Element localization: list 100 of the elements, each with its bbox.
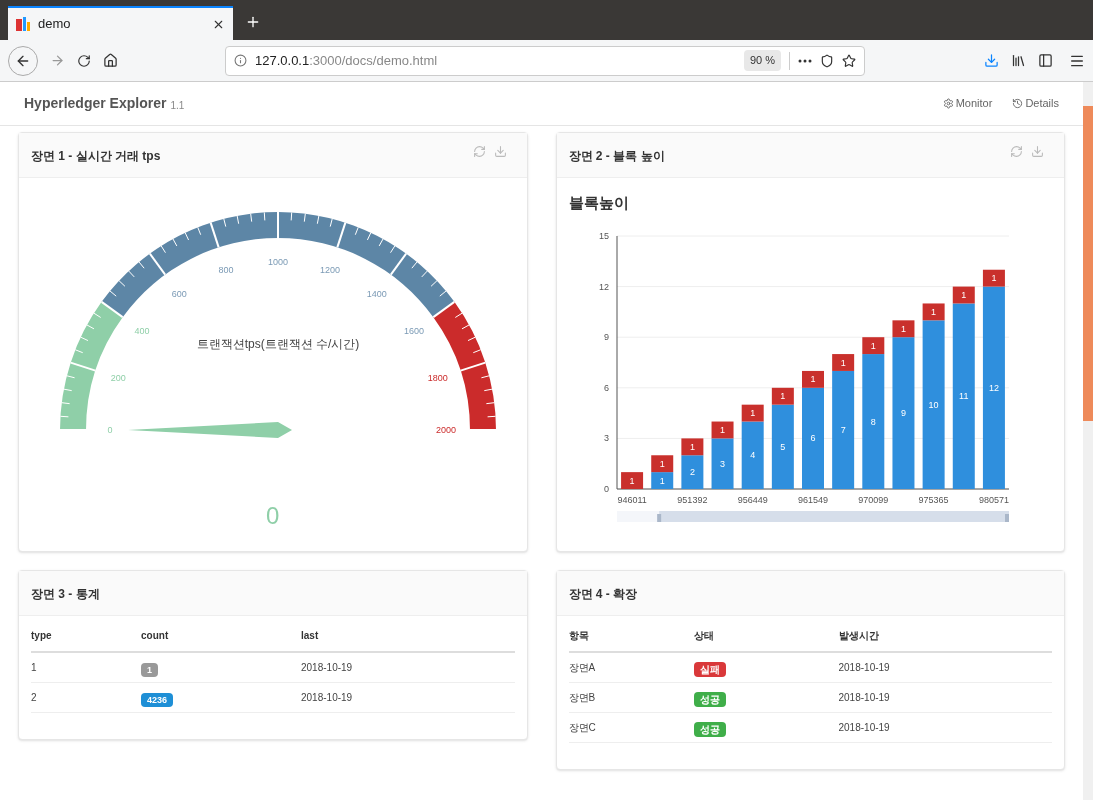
table-cell-text: 2018-10-19 xyxy=(838,721,890,735)
gear-icon xyxy=(942,98,954,109)
column-header: count xyxy=(141,629,170,643)
table-cell-text: 2018-10-19 xyxy=(838,691,890,705)
panel-title: 장면 3 - 통계 xyxy=(31,587,100,601)
new-tab-icon[interactable] xyxy=(245,14,261,30)
shield-icon[interactable] xyxy=(820,53,834,68)
gauge-tick-label: 400 xyxy=(134,326,150,337)
sidebar-icon[interactable] xyxy=(1038,53,1053,68)
home-icon[interactable] xyxy=(103,53,118,68)
bar-value-label: 1 xyxy=(629,475,635,486)
gauge-tick-label: 800 xyxy=(218,265,234,276)
bar-value-label: 9 xyxy=(900,408,906,419)
bar-value-label: 11 xyxy=(958,391,968,402)
reload-icon[interactable] xyxy=(77,53,91,68)
count-badge: 1 xyxy=(141,662,158,677)
x-tick-label: 980571 xyxy=(978,495,1009,505)
zoom-slider[interactable] xyxy=(616,511,1009,522)
gauge-tick-label: 1600 xyxy=(403,326,424,337)
bar-value-label: 6 xyxy=(810,433,815,444)
status-badge: 성공 xyxy=(693,721,726,737)
bar-value-label: 2 xyxy=(689,467,695,478)
y-tick-label: 6 xyxy=(603,382,609,393)
bar-value-label: 1 xyxy=(659,458,665,469)
gauge-tick-label: 200 xyxy=(110,373,126,384)
bar-value-label: 1 xyxy=(870,340,876,351)
gauge-tick-label: 1200 xyxy=(319,265,340,276)
tab-title: demo xyxy=(38,15,72,34)
gauge-tick-label: 1400 xyxy=(366,289,387,300)
x-tick-label: 961549 xyxy=(797,495,828,505)
zoom-level-badge[interactable]: 90 % xyxy=(743,50,781,71)
table-cell-text: 장면B xyxy=(568,691,597,705)
gauge-value: 0 xyxy=(266,501,280,531)
browser-tab[interactable]: demo xyxy=(8,6,233,40)
history-icon xyxy=(1012,98,1024,109)
table-cell-text: 2018-10-19 xyxy=(838,661,890,675)
version-label: 1.1 xyxy=(170,99,185,113)
bar-value-label: 1 xyxy=(960,290,966,301)
bar-value-label: 1 xyxy=(900,323,906,334)
download-icon[interactable] xyxy=(984,53,999,68)
more-icon[interactable] xyxy=(798,58,812,63)
forward-icon[interactable] xyxy=(50,53,65,68)
y-tick-label: 9 xyxy=(603,332,609,343)
column-header: 발생시간 xyxy=(838,629,879,643)
table-cell-text: 2018-10-19 xyxy=(301,661,353,675)
bar xyxy=(650,455,673,473)
column-header: type xyxy=(31,629,53,643)
bar-value-label: 12 xyxy=(988,382,999,393)
x-tick-label: 956449 xyxy=(737,495,768,505)
gauge-tick-label: 2000 xyxy=(435,425,456,435)
bar-value-label: 10 xyxy=(928,399,939,410)
scrollbar[interactable] xyxy=(1083,82,1093,800)
app-title: Hyperledger Explorer xyxy=(24,94,167,113)
address-bar[interactable]: 127.0.0.1:3000/docs/demo.html 90 % xyxy=(225,45,865,76)
bar-value-label: 8 xyxy=(870,416,876,427)
table-cell-text: 2018-10-19 xyxy=(301,691,353,705)
info-icon xyxy=(234,54,247,67)
x-tick-label: 970099 xyxy=(857,495,888,505)
x-tick-label: 951392 xyxy=(676,495,707,505)
bar-value-label: 1 xyxy=(689,441,695,452)
bar-value-label: 1 xyxy=(840,357,846,368)
x-tick-label: 975365 xyxy=(918,495,949,505)
y-tick-label: 0 xyxy=(603,484,609,494)
bar xyxy=(620,472,643,489)
bar xyxy=(650,472,673,489)
bar-value-label: 1 xyxy=(990,273,996,284)
bar-value-label: 1 xyxy=(930,306,936,317)
bar-value-label: 4 xyxy=(749,450,755,461)
gauge-tick-label: 600 xyxy=(171,289,187,300)
bar-value-label: 3 xyxy=(719,458,725,469)
bar-value-label: 1 xyxy=(779,391,785,402)
star-icon[interactable] xyxy=(842,53,856,68)
nav-link[interactable]: Details xyxy=(1012,95,1059,112)
bar-value-label: 1 xyxy=(659,475,665,486)
column-header: 항목 xyxy=(568,629,590,643)
table-cell-text: 장면A xyxy=(568,661,597,675)
library-icon[interactable] xyxy=(1011,53,1026,68)
table-cell-text: 2 xyxy=(31,691,38,705)
bar-value-label: 1 xyxy=(749,408,755,419)
y-tick-label: 12 xyxy=(598,281,609,292)
bar-value-label: 1 xyxy=(810,374,815,385)
status-badge: 성공 xyxy=(693,691,726,707)
panel-title: 장면 1 - 실시간 거래 tps xyxy=(31,149,161,163)
chart-title: 블록높이 xyxy=(568,194,629,211)
table-cell-text: 1 xyxy=(31,661,38,675)
table-cell-text: 장면C xyxy=(568,721,597,735)
x-tick-label: 946011 xyxy=(616,495,647,505)
nav-link[interactable]: Monitor xyxy=(942,95,993,112)
status-badge: 실패 xyxy=(693,661,726,677)
column-header: last xyxy=(301,629,319,643)
gauge-tick-label: 1000 xyxy=(267,257,288,267)
gauge-label: 트랜잭션tps(트랜잭션 수/시간) xyxy=(196,337,360,351)
bar-value-label: 1 xyxy=(719,424,725,435)
y-tick-label: 3 xyxy=(603,433,609,444)
app-logo-icon xyxy=(16,17,30,31)
gauge-tick-label: 1800 xyxy=(427,373,448,384)
panel-title: 장면 2 - 블록 높이 xyxy=(568,149,665,163)
url-text: 127.0.0.1:3000/docs/demo.html xyxy=(255,51,438,70)
gauge-tick-label: 0 xyxy=(107,425,113,435)
y-tick-label: 15 xyxy=(598,231,609,241)
